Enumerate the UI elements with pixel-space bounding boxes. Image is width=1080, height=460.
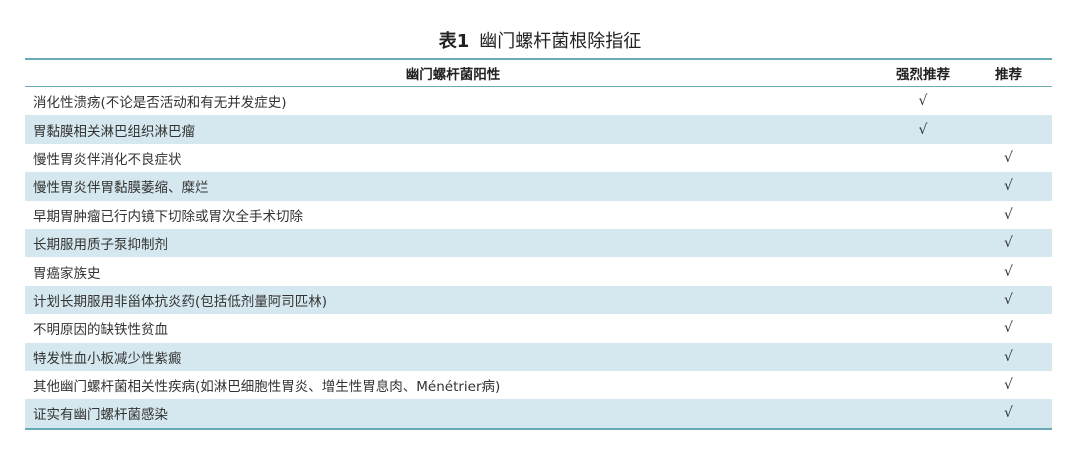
condition-cell: 其他幽门螺杆菌相关性疾病(如淋巴细胞性胃炎、增生性胃息肉、Ménétrier病) [33, 379, 501, 396]
table-row: 胃黏膜相关淋巴组织淋巴瘤 √ [25, 115, 1052, 144]
table-row: 不明原因的缺铁性贫血 √ [25, 314, 1052, 342]
recommend-check-mark: √ [1004, 405, 1013, 422]
condition-cell: 胃黏膜相关淋巴组织淋巴瘤 [33, 123, 195, 140]
table-row: 慢性胃炎伴胃黏膜萎缩、糜烂 √ [25, 172, 1052, 201]
condition-cell: 胃癌家族史 [33, 265, 101, 282]
condition-cell: 证实有幽门螺杆菌感染 [33, 407, 168, 424]
indications-table: 幽门螺杆菌阳性 强烈推荐 推荐 消化性溃疡(不论是否活动和有无并发症史) √ 胃… [25, 58, 1052, 430]
condition-cell: 长期服用质子泵抑制剂 [33, 237, 168, 254]
table-row: 早期胃肿瘤已行内镜下切除或胃次全手术切除 √ [25, 201, 1052, 229]
recommend-check-mark: √ [1004, 291, 1013, 308]
header-condition: 幽门螺杆菌阳性 [405, 67, 501, 83]
strong-check-mark: √ [918, 121, 928, 138]
table-row: 证实有幽门螺杆菌感染 √ [25, 399, 1052, 428]
table-row: 长期服用质子泵抑制剂 √ [25, 228, 1052, 258]
condition-cell: 慢性胃炎伴胃黏膜萎缩、糜烂 [33, 180, 209, 197]
condition-cell: 慢性胃炎伴消化不良症状 [33, 151, 182, 168]
recommend-check-mark: √ [1004, 348, 1013, 365]
recommend-check-mark: √ [1004, 149, 1013, 166]
table-row: 特发性血小板减少性紫癜 √ [25, 342, 1052, 371]
table-row: 消化性溃疡(不论是否活动和有无并发症史) √ [25, 87, 1052, 115]
header-recommend: 推荐 [995, 67, 1022, 83]
recommend-check-mark: √ [1004, 263, 1013, 280]
recommend-check-mark: √ [1004, 320, 1013, 337]
condition-cell: 不明原因的缺铁性贫血 [33, 322, 168, 339]
condition-cell: 早期胃肿瘤已行内镜下切除或胃次全手术切除 [33, 208, 303, 225]
strong-check-mark: √ [918, 93, 928, 110]
header-strong-recommend: 强烈推荐 [896, 67, 950, 83]
condition-cell: 计划长期服用非甾体抗炎药(包括低剂量阿司匹林) [33, 293, 328, 310]
recommend-check-mark: √ [1004, 235, 1013, 252]
table-row: 胃癌家族史 √ [25, 257, 1052, 285]
recommend-check-mark: √ [1004, 206, 1013, 223]
recommend-check-mark: √ [1004, 377, 1013, 394]
condition-cell: 特发性血小板减少性紫癜 [33, 350, 182, 367]
table-title: 幽门螺杆菌根除指征 [479, 31, 642, 52]
table-caption: 表1 幽门螺杆菌根除指征 [0, 30, 1080, 54]
condition-cell: 消化性溃疡(不论是否活动和有无并发症史) [33, 95, 287, 112]
table-row: 计划长期服用非甾体抗炎药(包括低剂量阿司匹林) √ [25, 285, 1052, 315]
table-header-row: 幽门螺杆菌阳性 强烈推荐 推荐 [25, 60, 1052, 87]
recommend-check-mark: √ [1004, 178, 1013, 195]
table-number: 表1 [438, 31, 470, 52]
table-row: 其他幽门螺杆菌相关性疾病(如淋巴细胞性胃炎、增生性胃息肉、Ménétrier病)… [25, 371, 1052, 399]
table-row: 慢性胃炎伴消化不良症状 √ [25, 144, 1052, 172]
